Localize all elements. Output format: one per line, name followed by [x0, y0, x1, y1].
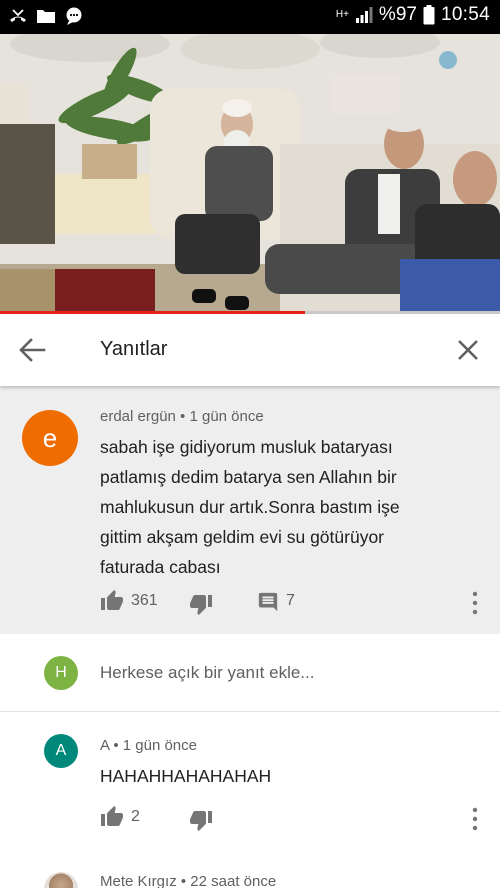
missed-call-icon — [10, 9, 26, 22]
more-options-button[interactable] — [465, 805, 485, 833]
arrow-back-icon — [19, 338, 46, 362]
clock: 10:54 — [440, 4, 490, 25]
battery-percent: %97 — [378, 4, 417, 25]
comment-text-line: sabah işe gidiyorum musluk bataryası — [100, 437, 393, 457]
add-reply-row[interactable]: H Herkese açık bir yanıt ekle... — [0, 634, 500, 712]
like-button[interactable] — [100, 589, 124, 613]
avatar[interactable]: A — [44, 734, 78, 768]
page-title: Yanıtlar — [100, 338, 168, 360]
comment-meta: Mete Kırgız • 22 saat önce — [100, 873, 277, 888]
comment-text: sabah işe gidiyorum musluk bataryası pat… — [100, 432, 445, 582]
video-frame — [0, 34, 500, 313]
like-count: 361 — [131, 592, 158, 609]
status-bar: H+ %97 10:54 — [0, 0, 500, 34]
thumbs-up-icon — [101, 806, 123, 826]
thumbs-down-icon — [190, 595, 212, 615]
back-button[interactable] — [14, 332, 50, 368]
thumbs-up-icon — [101, 590, 123, 610]
main-comment: e erdal ergün • 1 gün önce sabah işe gid… — [0, 386, 500, 634]
user-avatar: H — [44, 656, 78, 690]
comment-icon — [258, 592, 278, 612]
dislike-button[interactable] — [189, 808, 213, 832]
message-icon — [66, 7, 82, 25]
thumbs-down-icon — [190, 811, 212, 831]
avatar[interactable]: e — [22, 410, 78, 466]
comment-text-line: patlamış dedim batarya sen Allahın bir — [100, 467, 397, 487]
reply-input[interactable]: Herkese açık bir yanıt ekle... — [100, 663, 314, 683]
battery-icon — [423, 5, 435, 25]
more-vert-icon — [472, 591, 478, 615]
dislike-button[interactable] — [189, 592, 213, 616]
network-type: H+ — [335, 9, 349, 20]
comment-actions: 2 — [0, 802, 500, 836]
status-system-icons: H+ %97 10:54 — [336, 4, 490, 26]
reply-comment: A A • 1 gün önce HAHAHHAHAHAHAH 2 — [0, 712, 500, 860]
comment-actions: 361 7 — [0, 586, 500, 620]
avatar[interactable] — [44, 872, 78, 888]
like-button[interactable] — [100, 805, 124, 829]
comment-text-line: faturada cabası — [100, 557, 221, 577]
reply-button[interactable] — [257, 591, 281, 615]
folder-icon — [37, 10, 55, 23]
close-icon — [458, 340, 478, 360]
comment-meta: erdal ergün • 1 gün önce — [100, 408, 264, 425]
comment-text: HAHAHHAHAHAHAH — [100, 766, 272, 786]
signal-icon — [355, 7, 373, 23]
comment-text-line: mahlukusun dur artık.Sonra bastım işe — [100, 497, 400, 517]
reply-count: 7 — [286, 592, 295, 609]
video-player[interactable] — [0, 34, 500, 313]
reply-comment: Mete Kırgız • 22 saat önce — [0, 860, 500, 888]
status-notification-icons — [8, 6, 84, 26]
replies-header: Yanıtlar — [0, 314, 500, 386]
close-button[interactable] — [452, 334, 484, 366]
more-vert-icon — [472, 807, 478, 831]
like-count: 2 — [131, 808, 140, 825]
comment-text-line: gittim akşam geldim evi su götürüyor — [100, 527, 384, 547]
comment-meta: A • 1 gün önce — [100, 737, 197, 754]
more-options-button[interactable] — [465, 589, 485, 617]
